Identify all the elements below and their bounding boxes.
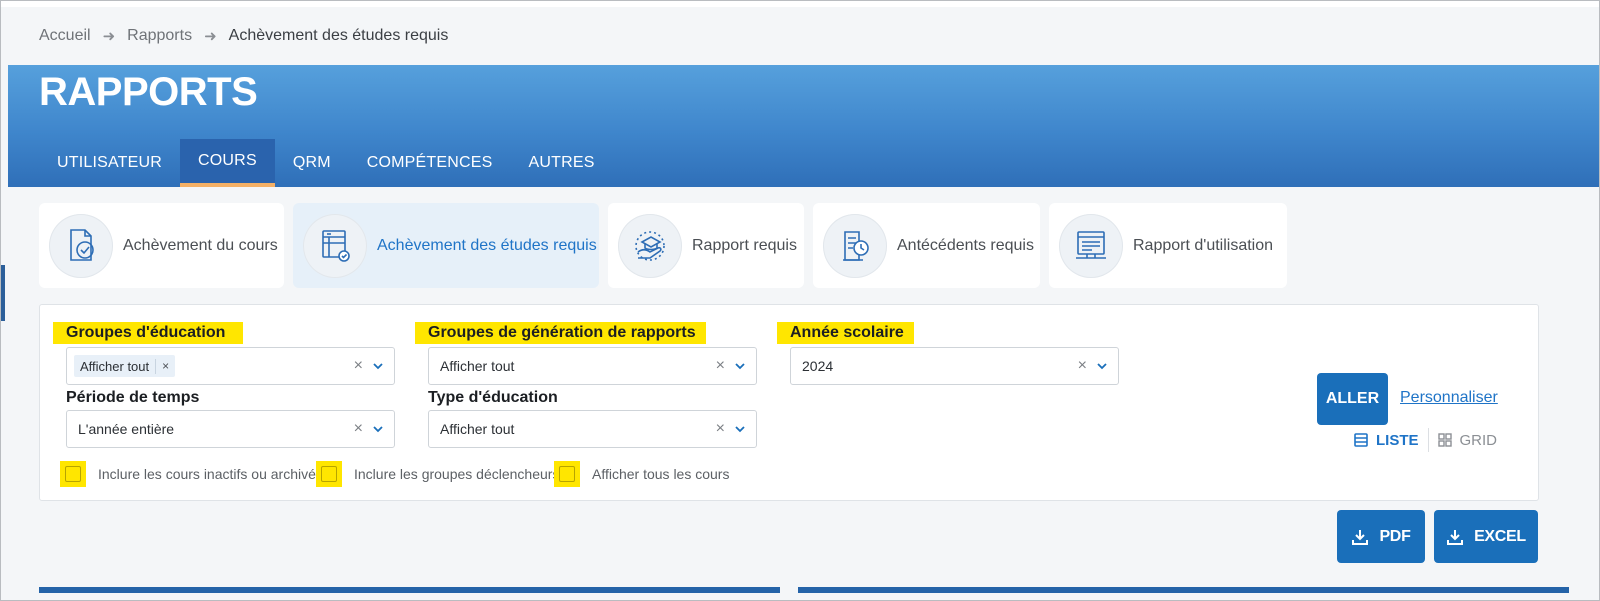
- required-studies-icon: [303, 213, 367, 278]
- chevron-down-icon[interactable]: [372, 360, 384, 372]
- chevron-down-icon[interactable]: [372, 423, 384, 435]
- chip-remove-icon[interactable]: ×: [156, 359, 175, 373]
- card-required-history[interactable]: Antécédents requis: [813, 203, 1040, 288]
- card-label: Achèvement des études requis: [377, 236, 597, 254]
- divider: [1427, 428, 1429, 452]
- page-title: RAPPORTS: [39, 70, 258, 114]
- checkbox[interactable]: [60, 461, 86, 487]
- list-icon: [1354, 433, 1368, 447]
- export-pdf-button[interactable]: PDF: [1337, 510, 1425, 563]
- required-history-icon: [823, 213, 887, 278]
- education-type-select[interactable]: Afficher tout ×: [428, 410, 757, 448]
- header-banner: RAPPORTS UTILISATEUR COURS QRM COMPÉTENC…: [8, 65, 1599, 187]
- filter-panel: Groupes d'éducation Afficher tout × × Gr…: [39, 304, 1539, 501]
- tab-qrm[interactable]: QRM: [275, 139, 349, 187]
- checkbox-inactive-courses: Inclure les cours inactifs ou archivés: [60, 461, 323, 487]
- select-value: Afficher tout: [440, 358, 515, 374]
- select-value: 2024: [802, 358, 834, 374]
- card-required-studies-completion[interactable]: Achèvement des études requis: [293, 203, 599, 288]
- chip-label: Afficher tout: [74, 358, 157, 374]
- checkbox-all-courses: Afficher tous les cours: [554, 461, 729, 487]
- education-groups-select[interactable]: Afficher tout × ×: [66, 347, 395, 385]
- clear-icon[interactable]: ×: [716, 420, 725, 438]
- chevron-down-icon[interactable]: [734, 423, 746, 435]
- arrow-right-icon: ➜: [102, 28, 116, 45]
- card-label: Rapport requis: [692, 236, 797, 254]
- breadcrumb-current: Achèvement des études requis: [228, 27, 449, 44]
- breadcrumb: Accueil ➜ Rapports ➜ Achèvement des étud…: [39, 25, 448, 47]
- chevron-down-icon[interactable]: [1096, 360, 1108, 372]
- download-icon: [1352, 529, 1369, 545]
- view-grid-button[interactable]: GRID: [1437, 431, 1498, 449]
- tab-others[interactable]: AUTRES: [511, 139, 613, 187]
- school-year-select[interactable]: 2024 ×: [790, 347, 1119, 385]
- report-type-cards: Achèvement du cours Achèvement des étude…: [39, 203, 1287, 288]
- card-course-completion[interactable]: Achèvement du cours: [39, 203, 284, 288]
- checkbox-trigger-groups: Inclure les groupes déclencheurs: [316, 461, 559, 487]
- top-strip: [1, 1, 1599, 7]
- download-icon: [1447, 529, 1464, 545]
- select-value: L'année entière: [78, 421, 175, 437]
- side-handle: [1, 265, 5, 321]
- customize-link[interactable]: Personnaliser: [1400, 389, 1498, 407]
- report-groups-select[interactable]: Afficher tout ×: [428, 347, 757, 385]
- time-period-select[interactable]: L'année entière ×: [66, 410, 395, 448]
- arrow-right-icon: ➜: [204, 28, 217, 45]
- card-label: Achèvement du cours: [123, 236, 278, 254]
- excel-label: EXCEL: [1474, 527, 1526, 545]
- app-frame: Accueil ➜ Rapports ➜ Achèvement des étud…: [0, 0, 1600, 601]
- checkbox-label: Inclure les groupes déclencheurs: [354, 466, 560, 482]
- card-required-report[interactable]: Rapport requis: [608, 203, 804, 288]
- card-usage-report[interactable]: Rapport d'utilisation: [1049, 203, 1287, 288]
- checkbox-label: Inclure les cours inactifs ou archivés: [98, 466, 323, 482]
- tab-bar: UTILISATEUR COURS QRM COMPÉTENCES AUTRES: [39, 139, 613, 187]
- clear-icon[interactable]: ×: [354, 357, 363, 375]
- go-button[interactable]: ALLER: [1317, 373, 1388, 425]
- education-type-label: Type d'éducation: [428, 389, 558, 406]
- grid-icon: [1437, 433, 1452, 447]
- education-groups-label: Groupes d'éducation: [53, 322, 243, 344]
- results-header-right: [798, 587, 1569, 593]
- view-toggle: LISTE GRID: [1354, 428, 1497, 452]
- checkbox[interactable]: [316, 461, 342, 487]
- chevron-down-icon[interactable]: [734, 360, 746, 372]
- card-label: Rapport d'utilisation: [1133, 236, 1274, 254]
- card-label: Antécédents requis: [897, 236, 1034, 254]
- view-list-button[interactable]: LISTE: [1354, 432, 1419, 449]
- breadcrumb-reports[interactable]: Rapports: [127, 27, 192, 45]
- report-groups-label: Groupes de génération de rapports: [415, 322, 706, 344]
- tab-competencies[interactable]: COMPÉTENCES: [349, 139, 511, 187]
- course-completion-icon: [49, 213, 113, 278]
- school-year-label: Année scolaire: [777, 322, 914, 344]
- view-list-label: LISTE: [1376, 431, 1419, 449]
- time-period-label: Période de temps: [66, 389, 200, 406]
- required-report-icon: [618, 213, 682, 278]
- view-grid-label: GRID: [1459, 431, 1498, 449]
- checkbox-label: Afficher tous les cours: [592, 466, 730, 482]
- checkbox[interactable]: [554, 461, 580, 487]
- results-header-left: [39, 587, 780, 593]
- select-value: Afficher tout: [440, 421, 515, 437]
- clear-icon[interactable]: ×: [354, 420, 363, 438]
- pdf-label: PDF: [1379, 527, 1411, 545]
- clear-icon[interactable]: ×: [716, 357, 725, 375]
- breadcrumb-home[interactable]: Accueil: [39, 27, 91, 45]
- tab-user[interactable]: UTILISATEUR: [39, 139, 180, 187]
- selected-chip: Afficher tout ×: [74, 355, 176, 377]
- clear-icon[interactable]: ×: [1078, 357, 1087, 375]
- tab-courses[interactable]: COURS: [180, 139, 275, 187]
- export-excel-button[interactable]: EXCEL: [1434, 510, 1538, 563]
- usage-report-icon: [1059, 213, 1123, 278]
